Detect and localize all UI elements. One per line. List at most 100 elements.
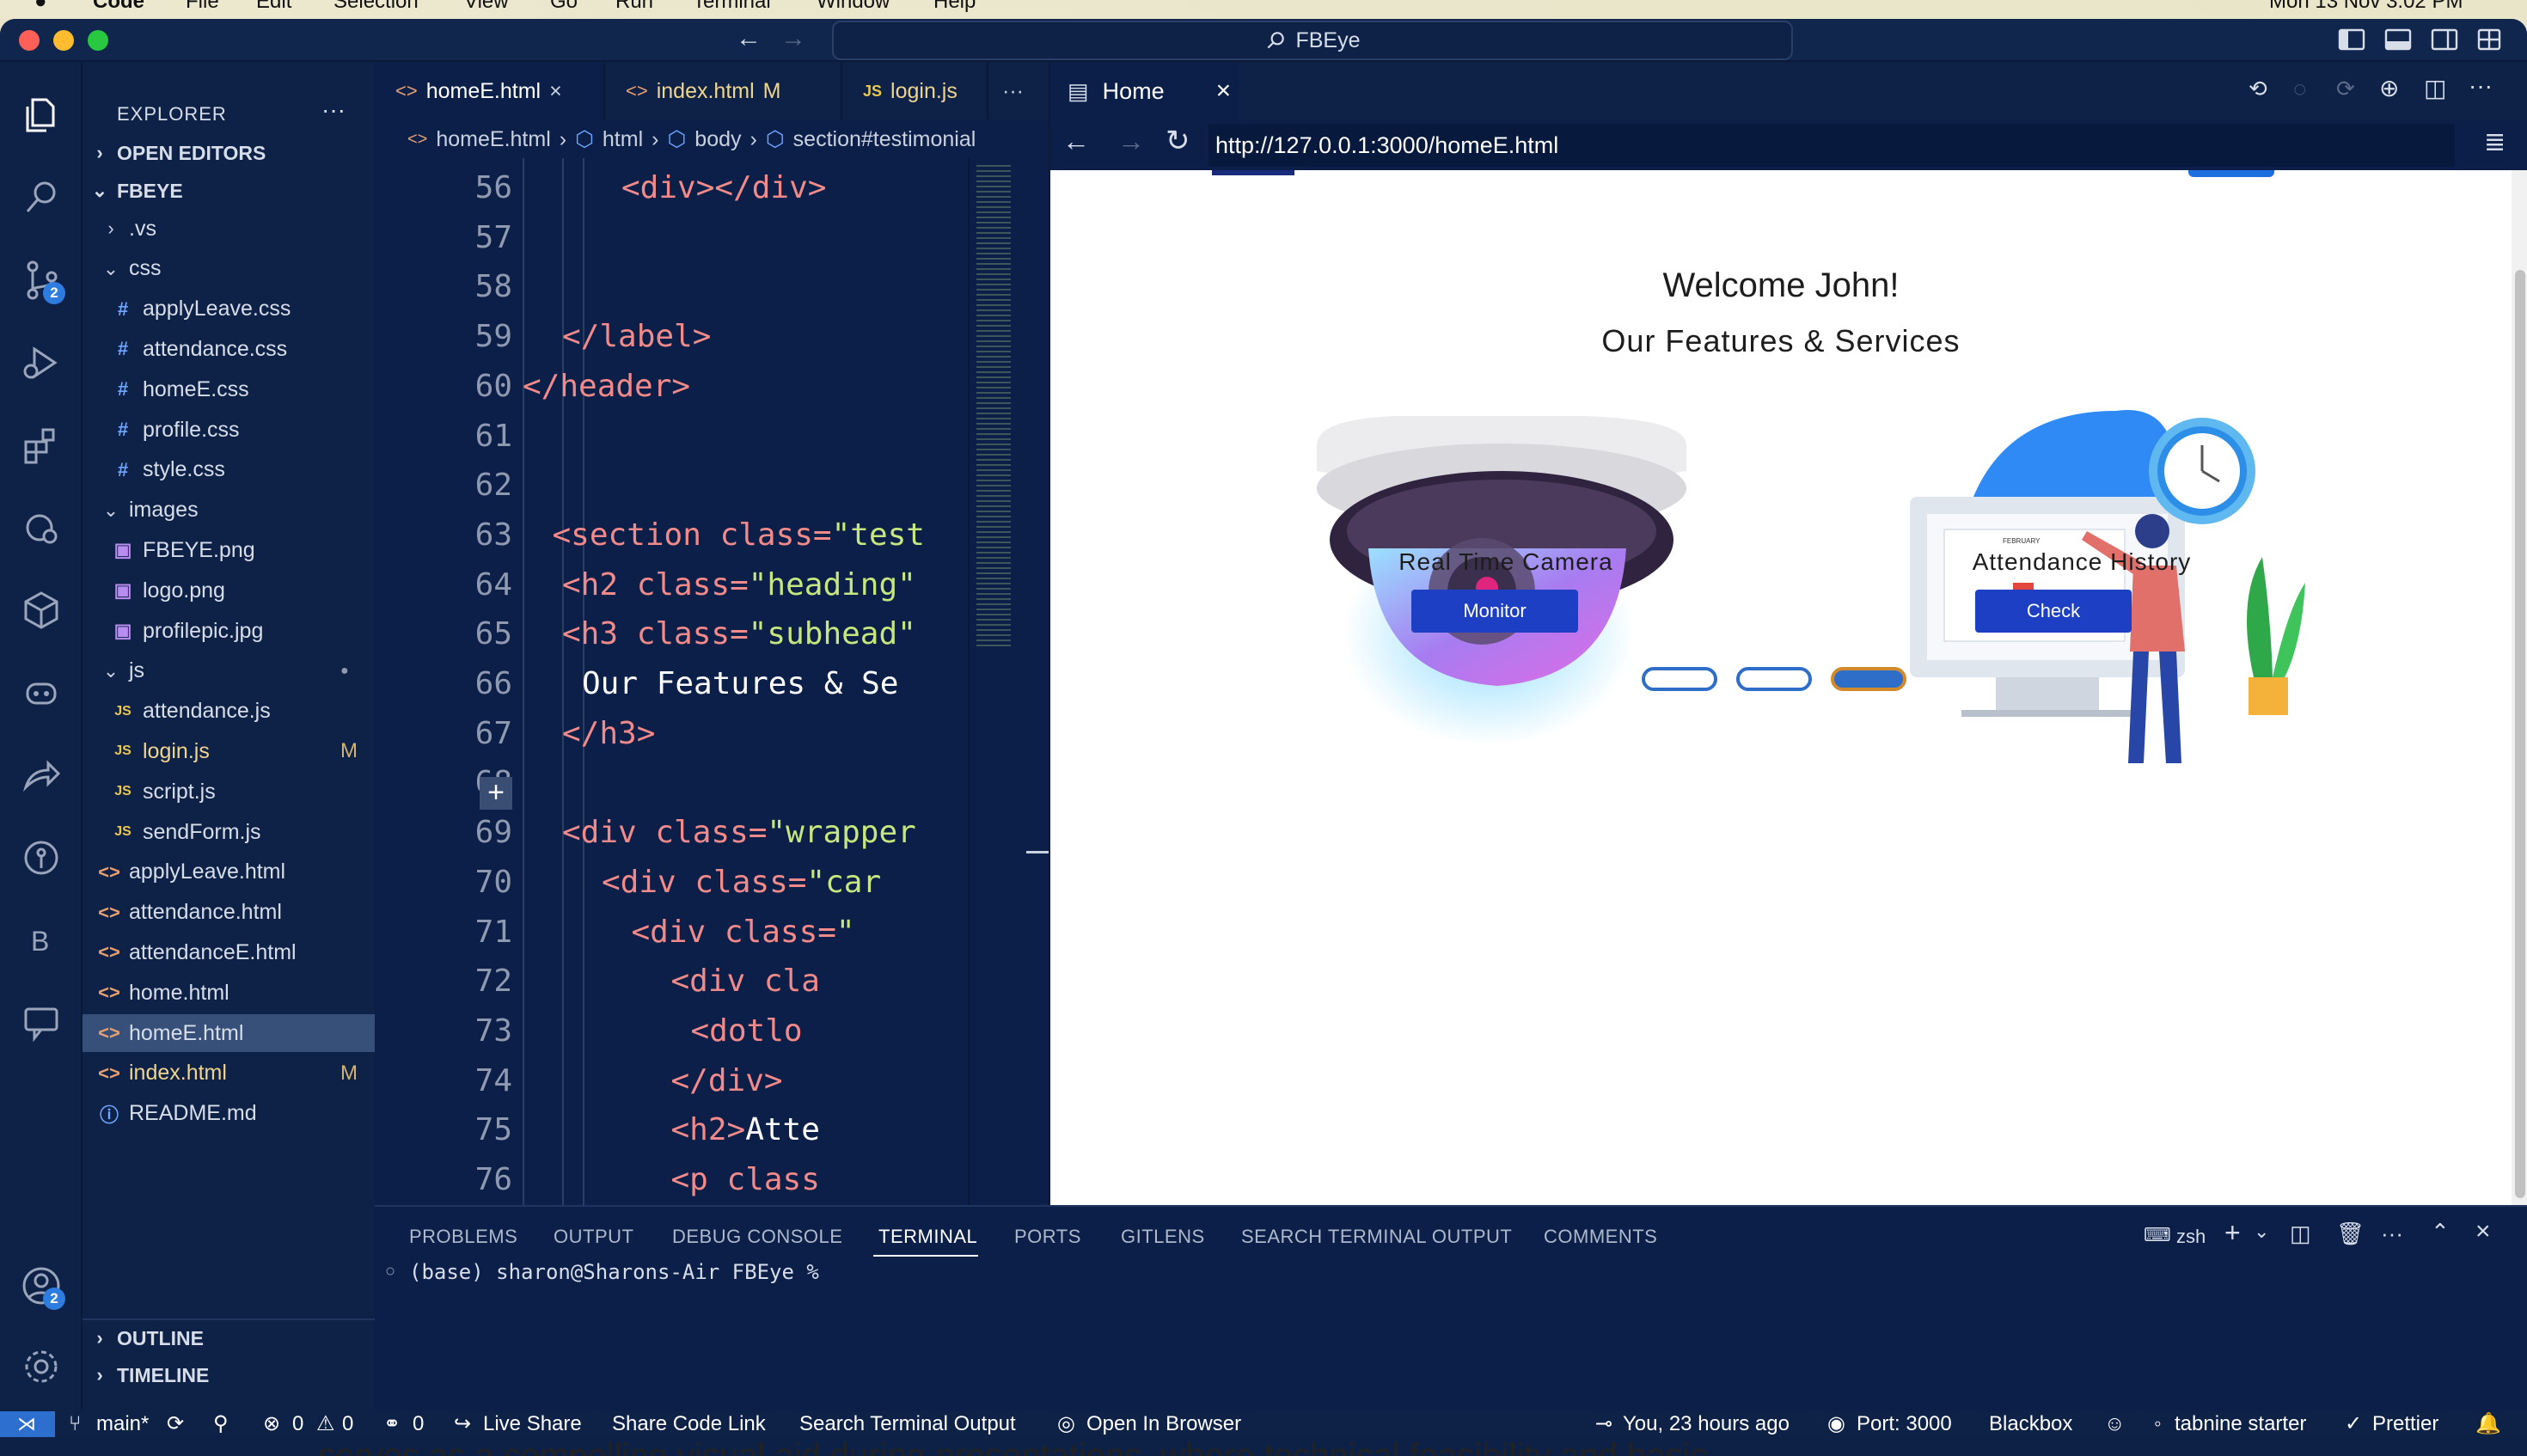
- tab-login-js[interactable]: JS login.js: [842, 62, 988, 120]
- breadcrumb-item[interactable]: section#testimonial: [793, 127, 976, 152]
- git-branch[interactable]: main*: [96, 1411, 149, 1437]
- breadcrumb-item[interactable]: body: [694, 127, 741, 152]
- terminal-prompt[interactable]: (base) sharon@Sharons-Air FBEye %: [409, 1260, 819, 1284]
- tree-item[interactable]: # style.css: [83, 451, 375, 489]
- sync-icon[interactable]: ⟳: [167, 1411, 184, 1437]
- explorer-more-button[interactable]: ···: [321, 96, 346, 124]
- open-editors-section[interactable]: › OPEN EDITORS: [83, 134, 375, 172]
- blackbox-activity[interactable]: B: [17, 916, 65, 964]
- warning-count[interactable]: 0: [342, 1411, 353, 1437]
- prettier-status[interactable]: Prettier: [2372, 1411, 2438, 1437]
- carousel-dot-1[interactable]: [1642, 667, 1717, 691]
- tree-item[interactable]: ▣ FBEYE.png: [83, 531, 375, 569]
- tree-item[interactable]: › .vs: [83, 210, 375, 248]
- extensions-activity[interactable]: [17, 421, 65, 469]
- breadcrumb-item[interactable]: homeE.html: [436, 127, 550, 152]
- gitlens-activity[interactable]: [17, 834, 65, 882]
- live-share-activity[interactable]: [17, 751, 65, 799]
- live-share-button[interactable]: Live Share: [483, 1411, 582, 1437]
- maximize-window-button[interactable]: [88, 30, 108, 51]
- tab-comments[interactable]: COMMENTS: [1544, 1226, 1657, 1248]
- tree-item[interactable]: # homeE.css: [83, 370, 375, 408]
- tab-terminal[interactable]: TERMINAL: [878, 1226, 977, 1248]
- apple-menu-icon[interactable]: ●: [34, 0, 47, 14]
- close-icon[interactable]: ×: [1216, 76, 1232, 106]
- tree-item[interactable]: JS sendForm.js: [83, 813, 375, 851]
- browser-back-icon[interactable]: ←: [1062, 125, 1090, 157]
- close-panel-icon[interactable]: ×: [2475, 1217, 2491, 1246]
- copilot-activity[interactable]: [17, 669, 65, 717]
- share-code-link-button[interactable]: Share Code Link: [612, 1411, 766, 1437]
- menu-view[interactable]: View: [464, 0, 509, 14]
- tree-item[interactable]: <> index.html M: [83, 1055, 375, 1092]
- browser-reload-icon[interactable]: ↻: [1166, 124, 1190, 158]
- search-terminal-output-button[interactable]: Search Terminal Output: [799, 1411, 1016, 1437]
- error-count[interactable]: 0: [292, 1411, 303, 1437]
- tree-item[interactable]: # applyLeave.css: [83, 291, 375, 328]
- split-editor-icon[interactable]: ◫: [2424, 74, 2446, 102]
- tree-item[interactable]: # profile.css: [83, 411, 375, 449]
- manage-activity[interactable]: [17, 1343, 65, 1391]
- open-changes-icon[interactable]: ⟲: [2249, 76, 2267, 102]
- breadcrumb-item[interactable]: html: [603, 127, 643, 152]
- browser-scrollbar-thumb[interactable]: [2515, 270, 2525, 1198]
- open-external-icon[interactable]: ≣: [2484, 127, 2506, 157]
- remote-explorer-activity[interactable]: [17, 504, 65, 552]
- gitlens-status-icon[interactable]: ⚲: [213, 1411, 229, 1437]
- customize-layout-icon[interactable]: [2475, 28, 2503, 52]
- tab-output[interactable]: OUTPUT: [554, 1226, 633, 1248]
- toggle-sidebar-icon[interactable]: [2338, 28, 2365, 52]
- toggle-secondary-sidebar-icon[interactable]: [2431, 28, 2458, 52]
- tree-item[interactable]: <> home.html: [83, 974, 375, 1012]
- minimap-slider[interactable]: [1026, 851, 1050, 853]
- split-terminal-icon[interactable]: ◫: [2290, 1220, 2311, 1247]
- tabnine-status[interactable]: tabnine starter: [2175, 1411, 2306, 1437]
- source-control-activity[interactable]: 2: [17, 256, 65, 304]
- close-icon[interactable]: ×: [549, 79, 562, 104]
- tree-item[interactable]: # attendance.css: [83, 330, 375, 368]
- toggle-panel-icon[interactable]: [2384, 28, 2412, 52]
- blackbox-status[interactable]: Blackbox: [1989, 1411, 2072, 1437]
- browser-tab-home[interactable]: ▤ Home ×: [1050, 62, 1239, 120]
- menu-terminal[interactable]: Terminal: [693, 0, 771, 14]
- tree-item[interactable]: JS login.js M: [83, 732, 375, 770]
- notifications-icon[interactable]: 🔔: [2475, 1411, 2501, 1437]
- more-icon[interactable]: ···: [2469, 72, 2493, 100]
- project-section[interactable]: ⌄ FBEYE: [83, 172, 375, 210]
- explorer-activity[interactable]: [17, 91, 65, 139]
- close-window-button[interactable]: [19, 30, 40, 51]
- menubar-clock[interactable]: Mon 13 Nov 3:02 PM: [2269, 0, 2463, 14]
- add-comment-button[interactable]: +: [480, 777, 512, 810]
- menu-file[interactable]: File: [186, 0, 219, 14]
- url-input[interactable]: http://127.0.0.1:3000/homeE.html: [1208, 124, 2455, 167]
- carousel-dot-2[interactable]: [1736, 667, 1812, 691]
- tab-overflow-button[interactable]: ···: [988, 62, 1037, 120]
- maximize-panel-icon[interactable]: ⌃: [2431, 1219, 2450, 1245]
- search-activity[interactable]: [17, 174, 65, 222]
- live-server-port[interactable]: Port: 3000: [1857, 1411, 1952, 1437]
- tab-ports[interactable]: PORTS: [1014, 1226, 1081, 1248]
- tab-homeE-html[interactable]: <> homeE.html ×: [375, 62, 605, 120]
- menu-run[interactable]: Run: [615, 0, 653, 14]
- tree-item[interactable]: ▣ profilepic.jpg: [83, 612, 375, 650]
- terminal-shell-label[interactable]: zsh: [2176, 1226, 2206, 1248]
- tab-index-html[interactable]: <> index.html M: [605, 62, 842, 120]
- minimap[interactable]: [968, 158, 1050, 1205]
- remote-indicator[interactable]: ⋊: [0, 1411, 55, 1437]
- nav-back-icon[interactable]: ←: [736, 24, 762, 53]
- menu-selection[interactable]: Selection: [333, 0, 419, 14]
- new-terminal-icon[interactable]: +: [2224, 1217, 2241, 1249]
- tree-item[interactable]: ⌄ js ●: [83, 652, 375, 690]
- timeline-section[interactable]: › TIMELINE: [83, 1356, 375, 1394]
- more-icon[interactable]: ···: [2381, 1220, 2403, 1247]
- tree-item[interactable]: <> homeE.html: [83, 1014, 375, 1052]
- tree-item[interactable]: ⌄ images: [83, 492, 375, 529]
- monitor-button[interactable]: Monitor: [1411, 590, 1578, 633]
- nav-button-peek[interactable]: [2188, 170, 2274, 177]
- nav-forward-icon[interactable]: →: [780, 24, 806, 53]
- tree-item[interactable]: ▣ logo.png: [83, 572, 375, 609]
- containers-activity[interactable]: [17, 586, 65, 634]
- tree-item[interactable]: ⌄ css: [83, 250, 375, 288]
- menu-edit[interactable]: Edit: [256, 0, 291, 14]
- browser-forward-icon[interactable]: →: [1117, 125, 1145, 157]
